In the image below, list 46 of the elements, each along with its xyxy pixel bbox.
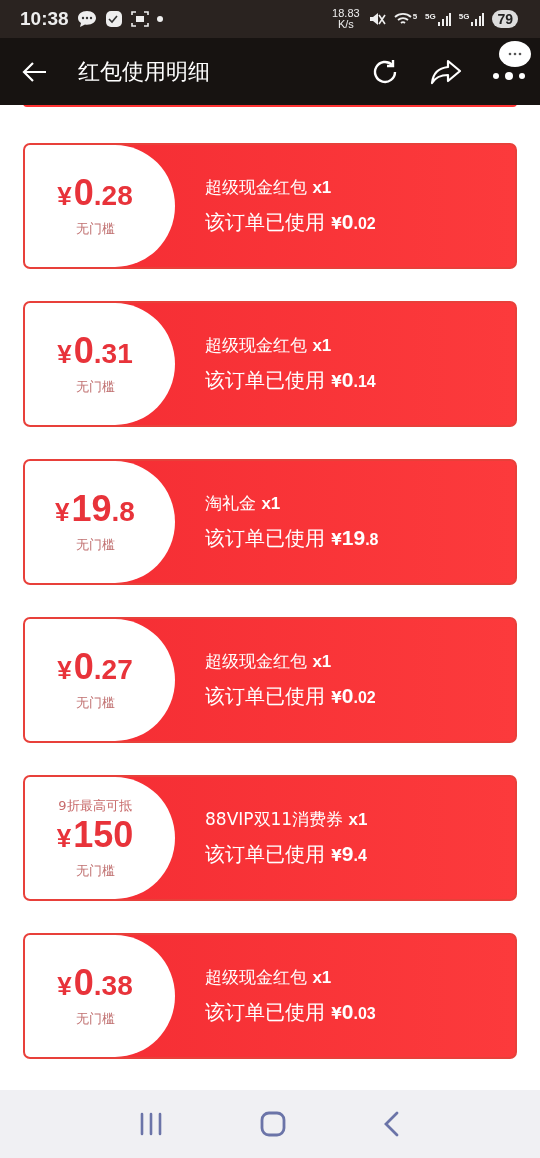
battery-level: 79 (492, 10, 518, 28)
used-amount-text: 该订单已使用 ¥0.02 (205, 209, 377, 236)
used-amount-text: 该订单已使用 ¥0.02 (205, 683, 377, 710)
used-amount-text: 该订单已使用 ¥9.4 (205, 841, 368, 868)
coupon-name: 超级现金红包 x1 (205, 176, 333, 199)
coupon-amount: ¥0.28 (57, 174, 133, 215)
coupon-threshold: 无门槛 (75, 377, 115, 396)
coupon-threshold: 无门槛 (75, 219, 115, 238)
screenshot-icon (130, 10, 149, 28)
dot-icon (156, 16, 163, 22)
coupon-amount: ¥150 (56, 816, 134, 857)
share-button[interactable] (430, 57, 462, 86)
coupon-amount: ¥19.8 (55, 490, 135, 531)
clock-time: 10:38 (20, 8, 69, 30)
coupon-name: 淘礼金 x1 (205, 492, 282, 515)
signal-icon (436, 12, 451, 26)
app-badge-icon (104, 10, 123, 28)
coupon-amount: ¥0.38 (57, 964, 133, 1005)
more-button[interactable] (492, 69, 526, 82)
home-button[interactable] (259, 1110, 287, 1138)
coupon-name: 超级现金红包 x1 (205, 334, 333, 357)
signal-icon (470, 12, 485, 26)
back-button[interactable] (22, 60, 48, 83)
coupon-name: 超级现金红包 x1 (205, 650, 333, 673)
used-amount-text: 该订单已使用 ¥0.03 (205, 999, 377, 1026)
coupon-threshold: 无门槛 (75, 1009, 115, 1028)
speed-unit: K/s (337, 19, 354, 30)
coupon-amount: ¥0.27 (57, 648, 133, 689)
coupon-amount: ¥0.31 (57, 332, 133, 373)
floating-menu-icon (498, 40, 532, 68)
coupon-name: 超级现金红包 x1 (205, 966, 333, 989)
coupon-threshold: 无门槛 (75, 535, 115, 554)
network-type: 5G (425, 12, 436, 21)
network-type: 5G (458, 12, 470, 21)
used-amount-text: 该订单已使用 ¥0.14 (205, 367, 377, 394)
wifi-label: 5 (412, 12, 418, 21)
page-title: 红包使用明细 (78, 57, 211, 86)
coupon-threshold: 无门槛 (75, 693, 115, 712)
mute-icon (367, 10, 386, 28)
coupon-name: 88VIP双11消费券 x1 (205, 808, 369, 831)
coupon-threshold: 无门槛 (75, 861, 115, 880)
used-amount-text: 该订单已使用 ¥19.8 (205, 525, 380, 552)
wifi-icon (393, 12, 412, 26)
coupon-condition: 9折最高可抵 (58, 796, 132, 815)
network-speed: 18.83 (332, 8, 360, 19)
chat-bubble-icon (76, 10, 97, 28)
